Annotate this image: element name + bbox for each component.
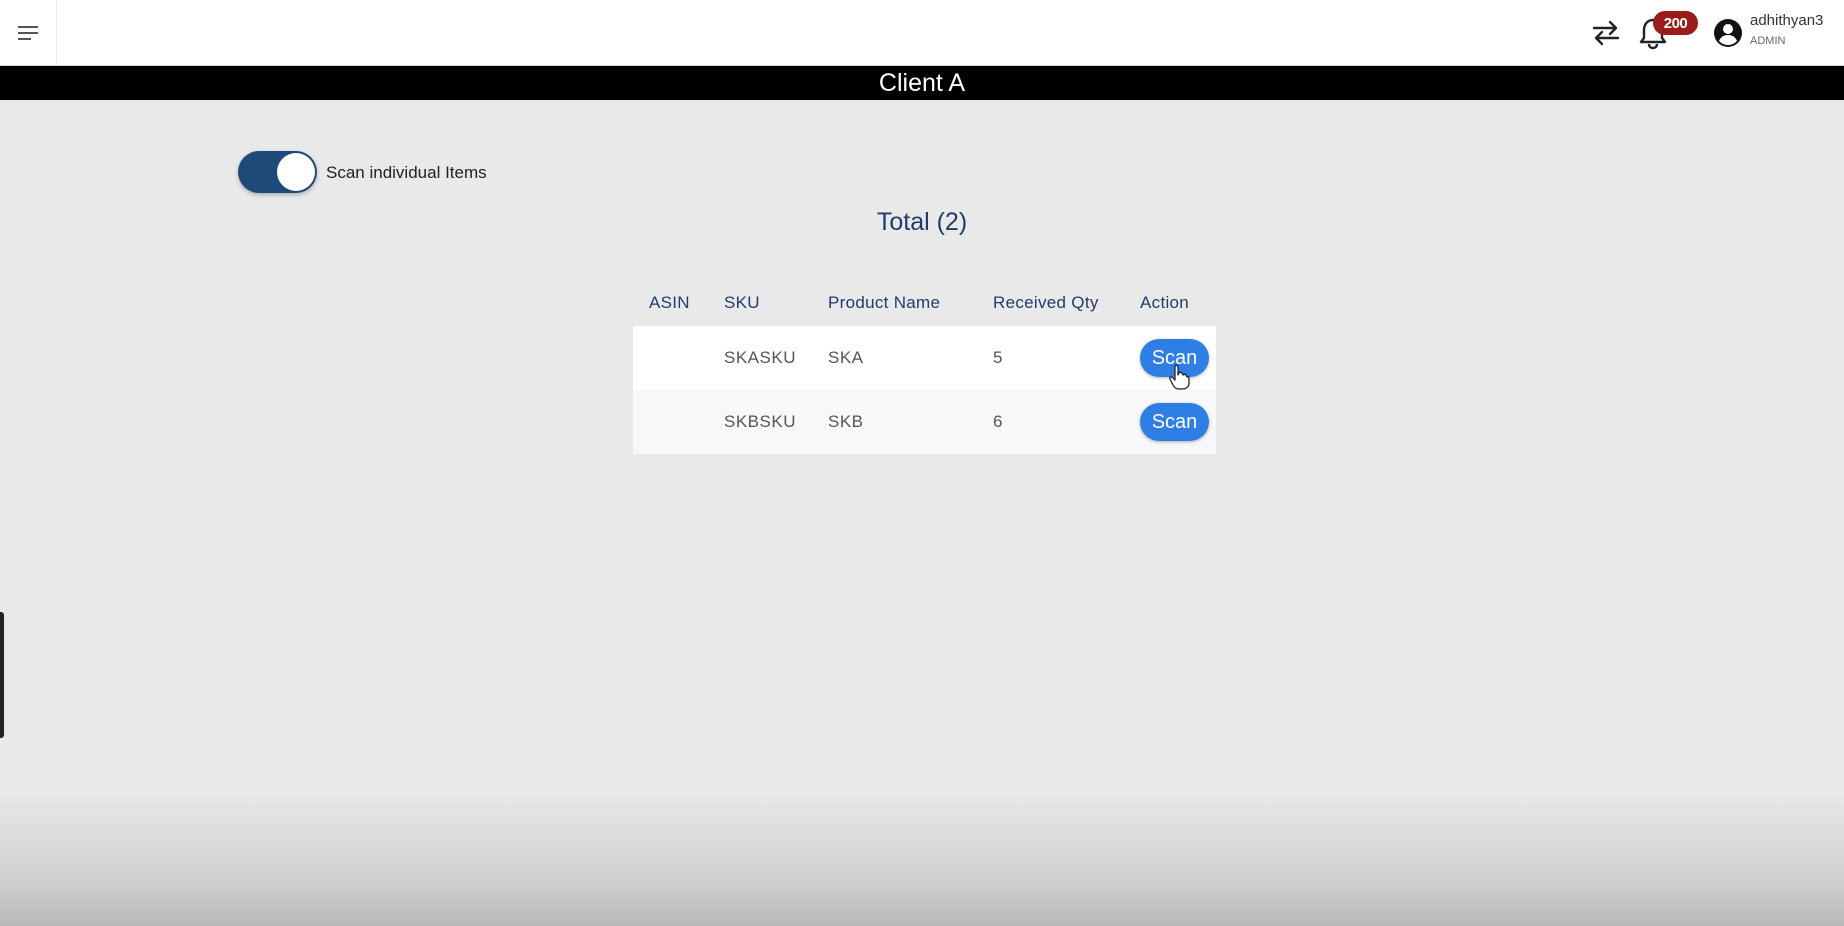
side-edge-handle (0, 612, 4, 738)
table-row: SKASKU SKA 5 Scan (633, 326, 1216, 390)
toggle-label: Scan individual Items (326, 163, 487, 182)
cell-received-qty: 5 (993, 348, 1003, 367)
header-asin: ASIN (649, 293, 690, 312)
table-row: SKBSKU SKB 6 Scan (633, 390, 1216, 454)
cell-sku: SKBSKU (724, 412, 796, 431)
swap-arrows-icon[interactable] (1590, 17, 1622, 49)
total-count: Total (2) (876, 208, 968, 236)
hamburger-menu-icon (18, 26, 38, 40)
header-action: Action (1140, 293, 1190, 312)
header-received-qty: Received Qty (993, 293, 1099, 312)
cell-received-qty: 6 (993, 412, 1003, 431)
page-title: Client A (0, 66, 1844, 100)
cell-action: Scan (1135, 403, 1216, 441)
user-name: adhithyan3 (1750, 12, 1824, 29)
cell-product-name: SKA (828, 348, 864, 367)
hand-cursor-icon (1169, 364, 1190, 390)
scan-button[interactable]: Scan (1140, 403, 1209, 441)
top-bar: 200 adhithyan3 ADMIN (0, 0, 1844, 66)
cell-sku: SKASKU (724, 348, 796, 367)
toggle-knob (277, 153, 315, 191)
cell-product-name: SKB (828, 412, 864, 431)
menu-button[interactable] (0, 0, 57, 66)
user-role: ADMIN (1750, 35, 1786, 47)
scan-individual-toggle[interactable] (238, 151, 317, 193)
table-header: ASIN SKU Product Name Received Qty Actio… (633, 280, 1216, 326)
header-product-name: Product Name (828, 293, 941, 312)
notification-badge[interactable]: 200 (1653, 11, 1698, 35)
account-circle-icon[interactable] (1713, 18, 1743, 48)
items-table: ASIN SKU Product Name Received Qty Actio… (633, 280, 1216, 454)
header-sku: SKU (724, 293, 760, 312)
